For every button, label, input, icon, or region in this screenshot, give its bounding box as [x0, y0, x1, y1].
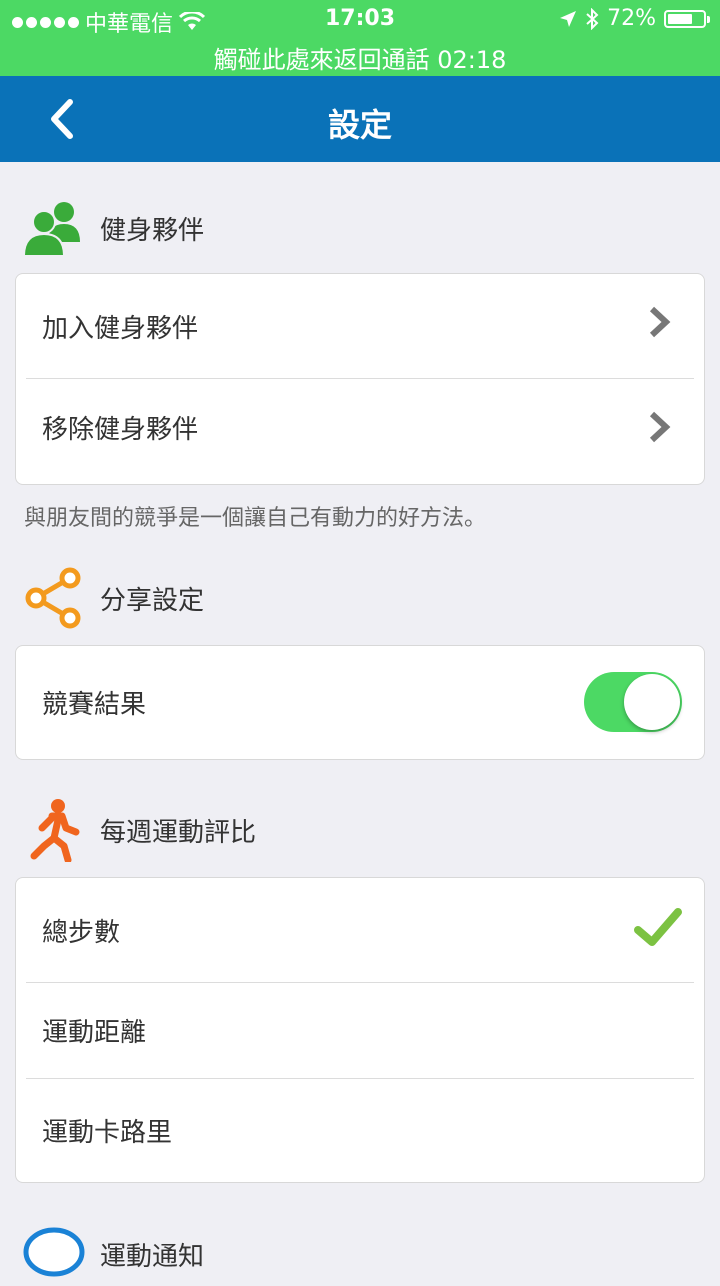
total-steps-label: 總步數	[42, 917, 121, 948]
toggle-knob	[624, 674, 680, 730]
calories-row[interactable]: 運動卡路里	[16, 1079, 704, 1182]
page-title: 設定	[327, 106, 392, 144]
checkmark-icon	[634, 908, 682, 946]
battery-icon	[664, 9, 710, 28]
section-header-weekly: 每週運動評比	[22, 798, 256, 862]
distance-row[interactable]: 運動距離	[16, 983, 704, 1078]
competition-result-label: 競賽結果	[42, 690, 147, 720]
share-card: 競賽結果	[15, 645, 705, 760]
bluetooth-icon	[586, 7, 599, 30]
competition-result-toggle[interactable]	[584, 672, 682, 732]
add-partner-label: 加入健身夥伴	[42, 313, 199, 344]
speech-bubble-icon	[22, 1222, 86, 1286]
total-steps-row[interactable]: 總步數	[16, 878, 704, 982]
partners-icon	[22, 196, 86, 260]
section-title-partners: 健身夥伴	[100, 215, 205, 246]
remove-partner-label: 移除健身夥伴	[42, 414, 199, 445]
location-arrow-icon	[560, 10, 577, 27]
section-title-notify: 運動通知	[100, 1241, 205, 1272]
section-title-share: 分享設定	[100, 585, 205, 616]
share-icon	[22, 566, 86, 630]
competition-result-row: 競賽結果	[16, 646, 704, 759]
chevron-right-icon	[649, 411, 671, 443]
partners-card: 加入健身夥伴 移除健身夥伴	[15, 273, 705, 485]
status-bar[interactable]: 中華電信 17:03 72% 觸碰此處來返回通話 02:18	[0, 0, 720, 76]
remove-partner-row[interactable]: 移除健身夥伴	[16, 379, 704, 475]
navigation-bar: 設定	[0, 76, 720, 162]
return-to-call-banner[interactable]: 觸碰此處來返回通話 02:18	[0, 40, 720, 75]
add-partner-row[interactable]: 加入健身夥伴	[16, 274, 704, 378]
section-header-partners: 健身夥伴	[22, 196, 204, 260]
battery-level	[668, 13, 692, 24]
distance-label: 運動距離	[42, 1018, 147, 1048]
weekly-card: 總步數 運動距離 運動卡路里	[15, 877, 705, 1183]
battery-percent: 72%	[607, 6, 656, 31]
section-header-notify: 運動通知	[22, 1222, 204, 1286]
section-title-weekly: 每週運動評比	[100, 817, 257, 848]
section-header-share: 分享設定	[22, 566, 204, 630]
calories-label: 運動卡路里	[42, 1118, 173, 1148]
partners-note: 與朋友間的競爭是一個讓自己有動力的好方法。	[24, 506, 487, 531]
runner-icon	[22, 798, 86, 862]
chevron-right-icon	[649, 306, 671, 338]
